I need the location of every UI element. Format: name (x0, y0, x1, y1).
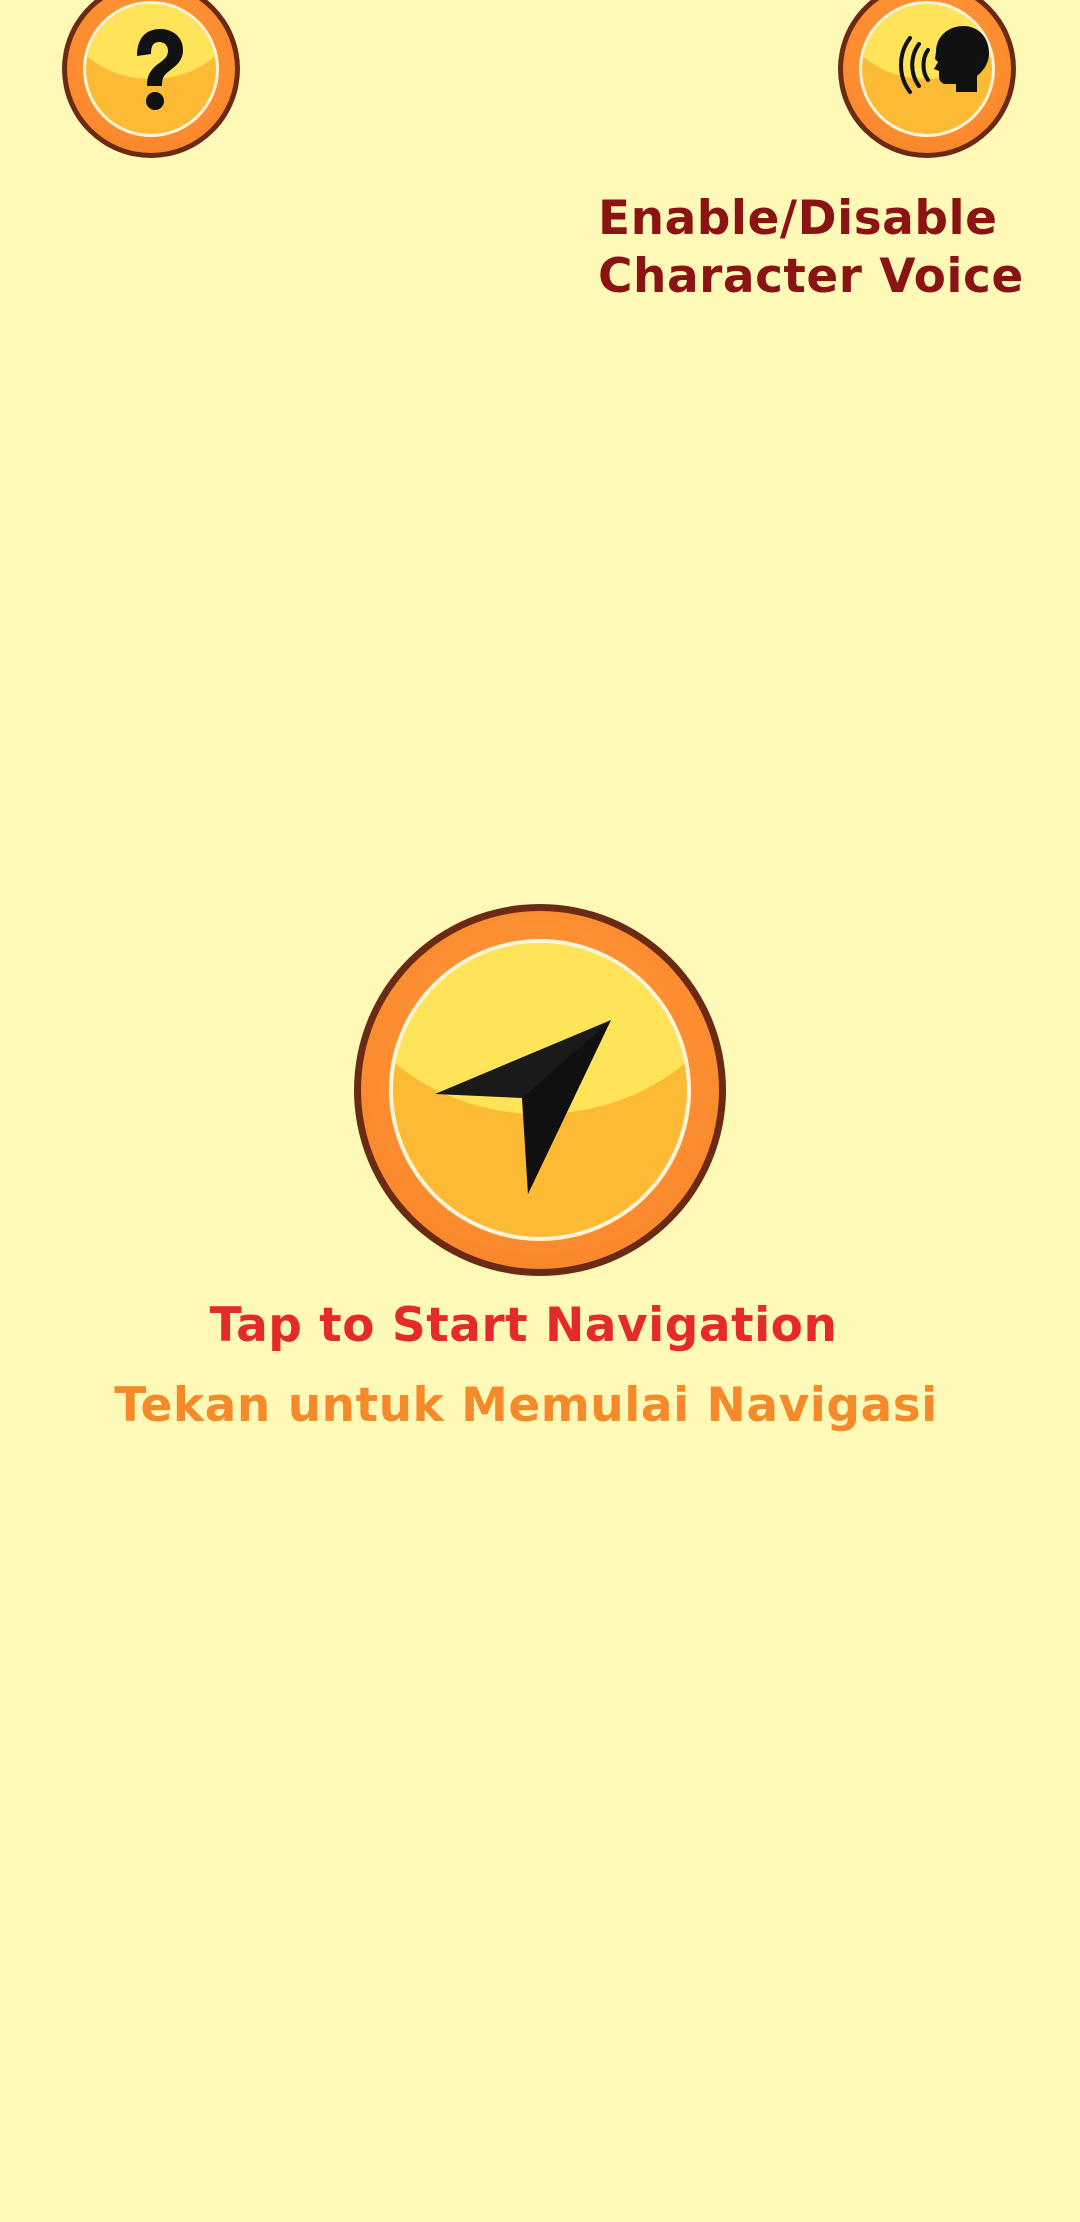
start-navigation-caption: Tap to Start Navigation (209, 1298, 838, 1353)
start-navigation-button[interactable] (354, 904, 726, 1276)
voice-caption-line2: Character Voice (598, 249, 1024, 304)
help-button[interactable] (62, 0, 240, 158)
question-mark-icon (137, 29, 183, 110)
speaking-head-icon (899, 26, 989, 94)
voice-toggle-button[interactable] (838, 0, 1016, 158)
voice-caption-line1: Enable/Disable (598, 191, 998, 246)
start-navigation-caption-indonesian: Tekan untuk Memulai Navigasi (114, 1378, 938, 1433)
navigation-arrow-icon (435, 1020, 611, 1194)
voice-caption: Enable/Disable Character Voice (598, 190, 1058, 306)
